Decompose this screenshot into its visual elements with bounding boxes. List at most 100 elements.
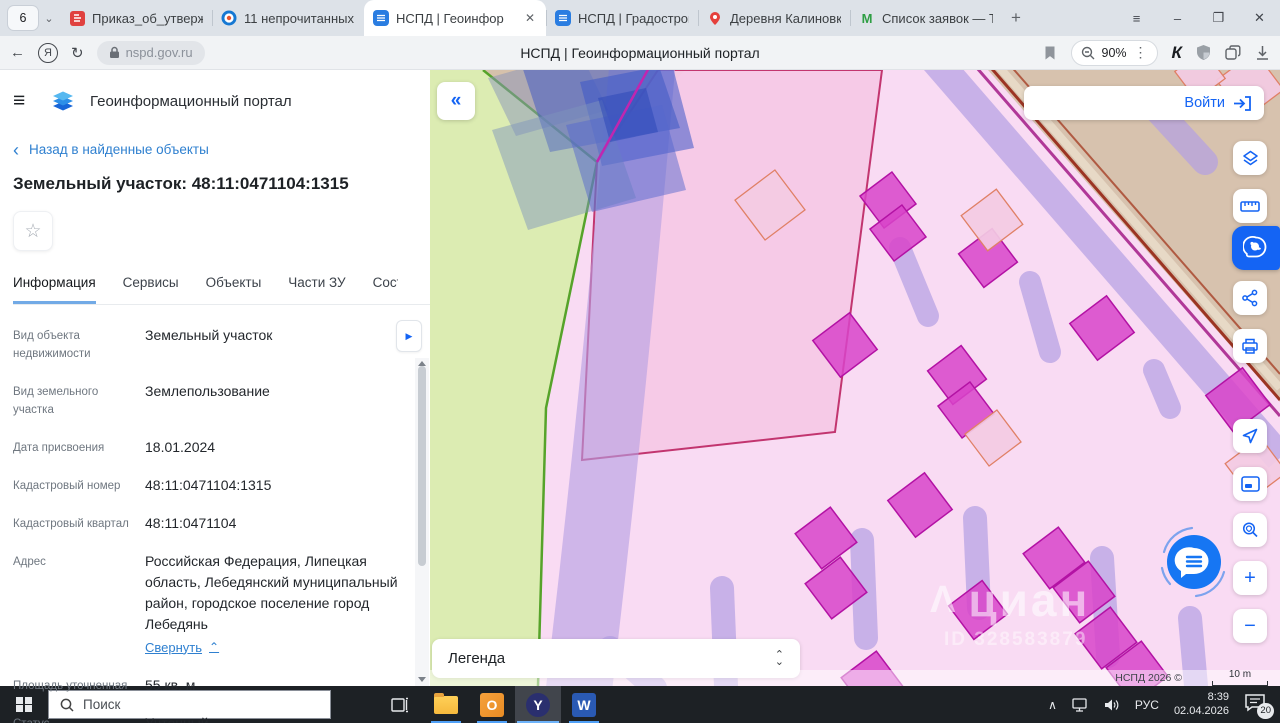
field-row: Кадастровый номер 48:11:0471104:1315 xyxy=(13,475,400,496)
favorite-button[interactable]: ☆ xyxy=(13,211,53,251)
outlook-button[interactable]: O xyxy=(469,686,515,723)
tab-counter[interactable]: 6 xyxy=(8,6,38,30)
object-info-panel: ≡ Геоинформационный портал ‹ Назад в най… xyxy=(0,70,430,723)
collapse-address-link[interactable]: Свернуть ⌃ xyxy=(145,638,219,658)
field-value: Землепользование xyxy=(145,382,270,399)
panel-scrollbar[interactable] xyxy=(415,358,429,686)
word-button[interactable]: W xyxy=(561,686,607,723)
minimap-button[interactable] xyxy=(1233,467,1267,501)
tab-label: 11 непрочитанных ч xyxy=(244,10,355,26)
search-on-map-button[interactable] xyxy=(1233,513,1267,547)
back-chevron-icon: ‹ xyxy=(13,139,19,160)
download-icon[interactable] xyxy=(1255,45,1270,61)
map-canvas[interactable]: Λ циан ID 328583879 « Войти + − Легенда … xyxy=(430,70,1280,686)
field-value: 18.01.2024 xyxy=(145,438,216,455)
file-explorer-button[interactable] xyxy=(423,686,469,723)
tab-nspd-geoportal-active[interactable]: НСПД | Геоинфор ✕ xyxy=(364,0,546,36)
folder-icon xyxy=(434,692,458,714)
tab-information[interactable]: Информация xyxy=(13,275,96,304)
tab-gmail-requests[interactable]: M Список заявок — Тех xyxy=(850,0,1002,36)
tabs-sync-icon[interactable] xyxy=(1225,45,1241,60)
yandex-browser-button[interactable]: Y xyxy=(515,686,561,723)
caret-up-icon: ⌃ xyxy=(209,640,220,655)
share-button[interactable] xyxy=(1233,281,1267,315)
new-tab-button[interactable]: + xyxy=(1002,8,1030,28)
scroll-down-arrow[interactable] xyxy=(415,674,429,684)
window-maximize-button[interactable]: ❐ xyxy=(1198,10,1239,26)
scale-label: 10 m xyxy=(1228,669,1252,680)
tab-label: НСПД | Градостроит xyxy=(578,10,689,26)
tab-nspd-gradostroit[interactable]: НСПД | Градостроит xyxy=(546,0,698,36)
layers-button[interactable] xyxy=(1233,141,1267,175)
kontur-extension-icon[interactable]: К xyxy=(1172,43,1182,63)
assistant-bear-button[interactable] xyxy=(1232,226,1280,270)
network-icon[interactable] xyxy=(1072,697,1089,712)
tab-unread-chats[interactable]: 11 непрочитанных ч xyxy=(212,0,364,36)
tabs-scroll-right-button[interactable]: ▶ xyxy=(396,320,422,352)
field-row: Вид земельного участка Землепользование xyxy=(13,381,400,420)
back-icon[interactable]: ← xyxy=(10,44,25,61)
more-options-icon[interactable]: ⋮ xyxy=(1134,44,1148,61)
browser-menu-icon[interactable]: ≡ xyxy=(1116,11,1157,26)
url-field[interactable]: nspd.gov.ru xyxy=(96,40,205,65)
scale-bar: 10 m xyxy=(1210,670,1270,686)
zoom-control[interactable]: 90% ⋮ xyxy=(1070,39,1158,66)
volume-icon[interactable] xyxy=(1104,698,1120,712)
layers-icon xyxy=(1242,150,1258,165)
bookmark-icon[interactable] xyxy=(1043,45,1057,61)
attribution-text: НСПД 2026 © xyxy=(1115,672,1182,684)
reload-icon[interactable]: ↻ xyxy=(71,44,84,62)
window-minimize-button[interactable]: – xyxy=(1157,11,1198,26)
notification-center-button[interactable]: 20 xyxy=(1244,693,1274,719)
tab-pdf-order[interactable]: Приказ_об_утвержд xyxy=(60,0,212,36)
login-bar[interactable]: Войти xyxy=(1024,86,1264,120)
messenger-icon xyxy=(221,10,237,26)
login-icon xyxy=(1234,95,1251,111)
tab-village-kalinovka[interactable]: Деревня Калиновка xyxy=(698,0,850,36)
yandex-home-icon[interactable]: Я xyxy=(38,42,58,63)
panel-tabs: Информация Сервисы Объекты Части ЗУ Сост… xyxy=(13,275,398,304)
zoom-in-button[interactable]: + xyxy=(1233,561,1267,595)
measure-button[interactable] xyxy=(1233,189,1267,223)
browser-tab-bar: 6 ⌄ Приказ_об_утвержд 11 непрочитанных ч… xyxy=(0,0,1280,36)
back-to-results-link[interactable]: ‹ Назад в найденные объекты xyxy=(13,139,430,160)
field-value: Земельный участок xyxy=(145,327,273,343)
field-row: Площадь уточненная 55 кв. м xyxy=(13,675,400,696)
zoom-out-button[interactable]: − xyxy=(1233,609,1267,643)
scrollbar-thumb[interactable] xyxy=(418,366,426,566)
clock[interactable]: 8:39 02.04.2026 xyxy=(1174,691,1229,719)
tab-composition[interactable]: Состав xyxy=(373,275,398,304)
gmail-icon: M xyxy=(861,10,873,26)
task-view-button[interactable] xyxy=(377,686,423,723)
locate-button[interactable] xyxy=(1233,419,1267,453)
field-value: Учтенный xyxy=(145,714,209,723)
tab-close-icon[interactable]: ✕ xyxy=(523,11,537,25)
address-bar: ← Я ↻ nspd.gov.ru НСПД | Геоинформационн… xyxy=(0,36,1280,70)
tab-list-chevron-icon[interactable]: ⌄ xyxy=(38,12,60,25)
collapse-panel-button[interactable]: « xyxy=(437,82,475,120)
lock-icon xyxy=(109,46,119,58)
share-icon xyxy=(1242,289,1258,307)
field-row: Вид объекта недвижимости Земельный участ… xyxy=(13,325,400,364)
time: 8:39 xyxy=(1207,690,1229,703)
task-view-icon xyxy=(391,697,408,712)
field-row-address: Адрес Российская Федерация, Липецкая обл… xyxy=(13,551,400,658)
attributes-list: Вид объекта недвижимости Земельный участ… xyxy=(13,305,430,723)
word-icon: W xyxy=(572,692,596,717)
nspd-icon xyxy=(555,10,571,26)
search-location-icon xyxy=(1242,522,1258,538)
tab-zu-parts[interactable]: Части ЗУ xyxy=(288,275,345,304)
tray-expand-icon[interactable]: ∧ xyxy=(1048,698,1057,712)
collapse-label: Свернуть xyxy=(145,639,203,655)
field-label: Статус xyxy=(13,713,145,723)
nspd-icon xyxy=(373,10,389,26)
window-close-button[interactable]: ✕ xyxy=(1239,10,1280,26)
language-indicator[interactable]: РУС xyxy=(1135,698,1159,712)
zoom-out-glass-icon xyxy=(1081,46,1095,59)
menu-icon[interactable]: ≡ xyxy=(13,89,37,113)
shield-extension-icon[interactable] xyxy=(1196,44,1211,61)
chat-button[interactable] xyxy=(1152,520,1236,604)
tab-services[interactable]: Сервисы xyxy=(123,275,179,304)
print-button[interactable] xyxy=(1233,329,1267,363)
tab-objects[interactable]: Объекты xyxy=(206,275,262,304)
